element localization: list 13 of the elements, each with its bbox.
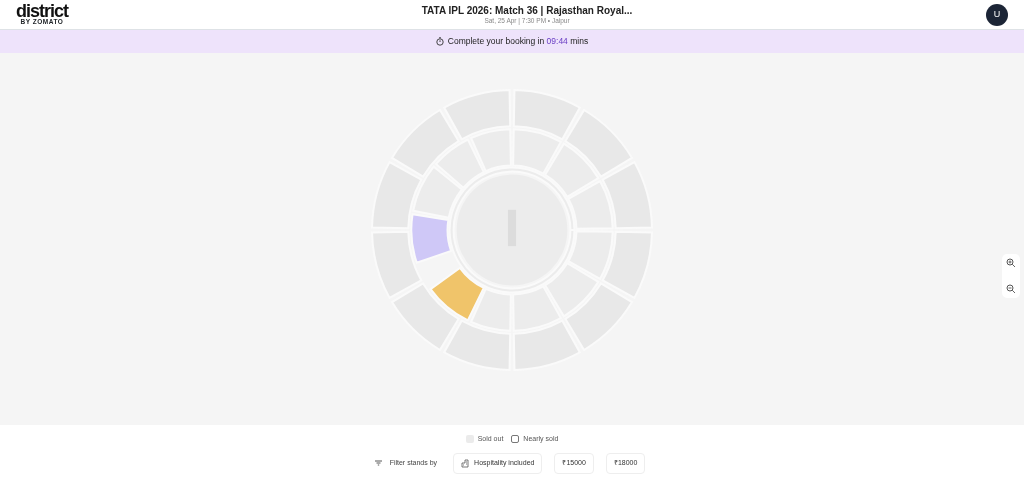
logo[interactable]: district xyxy=(16,4,68,18)
highlighted-stand[interactable] xyxy=(410,213,453,264)
zoom-out-icon[interactable] xyxy=(1006,284,1016,294)
nearly-sold-swatch xyxy=(511,435,520,443)
event-title: TATA IPL 2026: Match 36 | Rajasthan Royal... xyxy=(421,4,633,17)
hotel-icon xyxy=(461,458,471,468)
filter-icon xyxy=(374,460,382,467)
avatar[interactable]: U xyxy=(986,3,1008,26)
zoom-in-icon[interactable] xyxy=(1006,258,1016,268)
stadium-seating-drawing[interactable] xyxy=(371,89,653,371)
highlighted-stand[interactable] xyxy=(429,266,485,322)
timer-icon xyxy=(435,37,444,46)
booking-timer-text: Complete your booking in 09:44 mins xyxy=(447,35,589,48)
